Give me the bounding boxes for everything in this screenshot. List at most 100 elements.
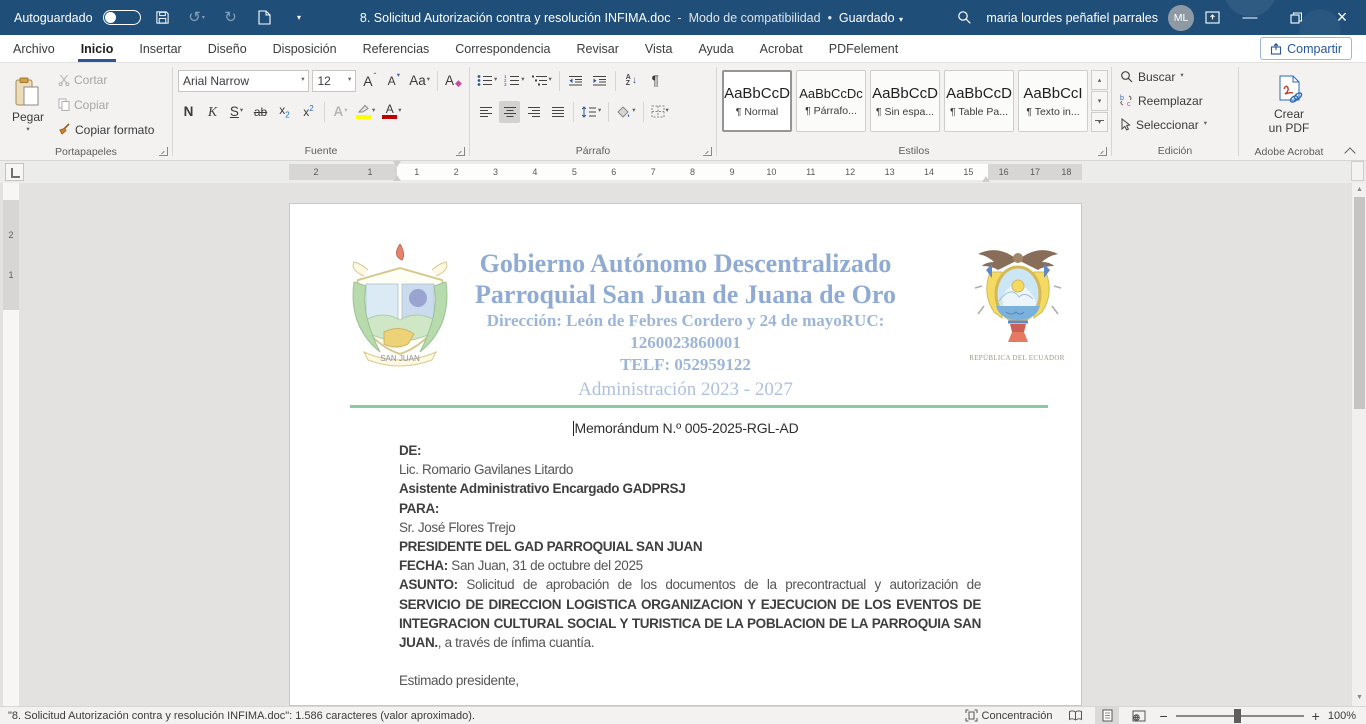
collapse-ribbon-icon[interactable] xyxy=(1346,146,1354,154)
save-icon[interactable] xyxy=(151,5,175,31)
read-mode-button[interactable] xyxy=(1063,707,1087,724)
quick-access-toolbar-menu-icon[interactable]: ▾ xyxy=(287,5,311,31)
style-table-paragraph[interactable]: AaBbCcD¶ Table Pa... xyxy=(944,70,1014,132)
grow-font-button[interactable]: Aˆ xyxy=(359,70,380,92)
user-name[interactable]: maria lourdes peñafiel parrales xyxy=(986,11,1158,25)
horizontal-ruler[interactable]: 21 123456789101112131415 161718 xyxy=(289,164,1082,180)
minimize-button[interactable]: — xyxy=(1230,0,1270,35)
tab-referencias[interactable]: Referencias xyxy=(350,35,443,62)
style-normal[interactable]: AaBbCcD¶ Normal xyxy=(722,70,792,132)
underline-button[interactable]: S▾ xyxy=(226,101,247,123)
align-left-button[interactable] xyxy=(475,101,496,123)
tab-vista[interactable]: Vista xyxy=(632,35,686,62)
tab-archivo[interactable]: Archivo xyxy=(0,35,68,62)
character-count-status[interactable]: "8. Solicitud Autorización contra y reso… xyxy=(0,710,475,722)
scrollbar-top-box[interactable] xyxy=(1351,161,1364,181)
scrollbar-thumb[interactable] xyxy=(1354,197,1365,409)
style-parrafo[interactable]: AaBbCcDc¶ Párrafo... xyxy=(796,70,866,132)
multilevel-list-button[interactable]: ▾ xyxy=(530,70,554,92)
paste-button[interactable]: Pegar ▾ xyxy=(5,67,51,143)
align-center-button[interactable] xyxy=(499,101,520,123)
document-page[interactable]: SAN JUAN REPÚBLICA DE xyxy=(289,203,1082,706)
share-button[interactable]: Compartir xyxy=(1260,37,1352,60)
tab-correspondencia[interactable]: Correspondencia xyxy=(442,35,563,62)
zoom-slider[interactable] xyxy=(1176,715,1304,717)
style-sin-espaciado[interactable]: AaBbCcD¶ Sin espa... xyxy=(870,70,940,132)
saved-status[interactable]: Guardado xyxy=(839,11,895,25)
justify-button[interactable] xyxy=(547,101,568,123)
scroll-up-icon[interactable]: ▲ xyxy=(1352,183,1366,196)
close-button[interactable]: × xyxy=(1322,0,1362,35)
ribbon-display-options-icon[interactable] xyxy=(1200,5,1224,31)
clear-formatting-button[interactable]: A◆ xyxy=(443,70,464,92)
select-button[interactable]: Seleccionar▾ xyxy=(1117,114,1233,135)
tab-inicio[interactable]: Inicio xyxy=(68,35,127,62)
search-icon[interactable] xyxy=(952,5,976,31)
show-formatting-marks-button[interactable]: ¶ xyxy=(645,70,666,92)
zoom-in-icon[interactable]: + xyxy=(1312,709,1320,723)
borders-button[interactable]: ▾ xyxy=(649,101,671,123)
copy-button[interactable]: Copiar xyxy=(55,94,157,115)
bullets-button[interactable]: ▾ xyxy=(475,70,499,92)
print-layout-button[interactable] xyxy=(1095,707,1119,724)
tab-pdfelement[interactable]: PDFelement xyxy=(816,35,911,62)
vertical-ruler[interactable]: 21 xyxy=(3,183,19,706)
text-effects-button[interactable]: A▾ xyxy=(330,101,351,123)
style-texto-independiente[interactable]: AaBbCcI¶ Texto in... xyxy=(1018,70,1088,132)
tab-insertar[interactable]: Insertar xyxy=(126,35,194,62)
shrink-font-button[interactable]: A▾ xyxy=(383,70,404,92)
tab-revisar[interactable]: Revisar xyxy=(563,35,631,62)
scroll-down-icon[interactable]: ▼ xyxy=(1352,691,1366,704)
styles-gallery-more-icon[interactable]: ▾ xyxy=(1091,112,1108,132)
redo-icon[interactable]: ↻ xyxy=(219,5,243,31)
web-layout-button[interactable] xyxy=(1127,707,1151,724)
create-pdf-button[interactable]: Crear un PDF xyxy=(1258,67,1320,143)
portapapeles-dialog-launcher-icon[interactable] xyxy=(159,147,168,156)
sort-button[interactable]: AZ↓ xyxy=(621,70,642,92)
document-body[interactable]: DE: Lic. Romario Gavilanes Litardo Asist… xyxy=(399,441,981,706)
font-size-select[interactable]: 12▾ xyxy=(312,70,356,92)
zoom-out-icon[interactable]: − xyxy=(1159,709,1167,723)
decrease-indent-button[interactable] xyxy=(565,70,586,92)
line-spacing-button[interactable]: ▾ xyxy=(579,101,603,123)
restore-button[interactable] xyxy=(1276,0,1316,35)
superscript-button[interactable]: x2 xyxy=(298,101,319,123)
tab-acrobat[interactable]: Acrobat xyxy=(747,35,816,62)
change-case-button[interactable]: Aa▾ xyxy=(407,70,432,92)
font-family-select[interactable]: Arial Narrow▾ xyxy=(178,70,309,92)
parrafo-dialog-launcher-icon[interactable] xyxy=(703,147,712,156)
cut-button[interactable]: Cortar xyxy=(55,69,157,90)
tab-diseno[interactable]: Diseño xyxy=(195,35,260,62)
tab-disposicion[interactable]: Disposición xyxy=(260,35,350,62)
styles-scroll-down-icon[interactable]: ▾ xyxy=(1091,91,1108,111)
increase-indent-button[interactable] xyxy=(589,70,610,92)
find-button[interactable]: Buscar▾ xyxy=(1117,66,1233,87)
font-color-button[interactable]: A ▾ xyxy=(380,101,403,123)
right-indent-marker[interactable] xyxy=(982,172,990,182)
tab-stop-selector[interactable] xyxy=(5,163,24,181)
indent-marker[interactable] xyxy=(393,161,402,183)
format-painter-button[interactable]: Copiar formato xyxy=(55,119,157,140)
estilos-dialog-launcher-icon[interactable] xyxy=(1098,147,1107,156)
vertical-scrollbar[interactable]: ▲ ▼ xyxy=(1351,183,1366,706)
memo-title[interactable]: Memorándum N.º 005-2025-RGL-AD xyxy=(290,420,1081,436)
subscript-button[interactable]: x2 xyxy=(274,101,295,123)
tab-ayuda[interactable]: Ayuda xyxy=(685,35,746,62)
autosave-toggle[interactable] xyxy=(103,10,141,25)
numbering-button[interactable]: 123▾ xyxy=(502,70,526,92)
bold-button[interactable]: N xyxy=(178,101,199,123)
align-right-button[interactable] xyxy=(523,101,544,123)
focus-mode-button[interactable]: Concentración xyxy=(962,707,1056,724)
shading-button[interactable]: ▾ xyxy=(614,101,637,123)
new-document-icon[interactable] xyxy=(253,5,277,31)
styles-scroll-up-icon[interactable]: ▴ xyxy=(1091,70,1108,90)
undo-icon[interactable]: ↺▾ xyxy=(185,5,209,31)
zoom-slider-thumb[interactable] xyxy=(1234,709,1241,723)
fuente-dialog-launcher-icon[interactable] xyxy=(456,147,465,156)
italic-button[interactable]: K xyxy=(202,101,223,123)
replace-button[interactable]: bc Reemplazar xyxy=(1117,90,1233,111)
user-avatar[interactable]: ML xyxy=(1168,5,1194,31)
zoom-level[interactable]: 100% xyxy=(1328,710,1356,722)
strikethrough-button[interactable]: ab xyxy=(250,101,271,123)
highlight-color-button[interactable]: ▾ xyxy=(354,101,377,123)
